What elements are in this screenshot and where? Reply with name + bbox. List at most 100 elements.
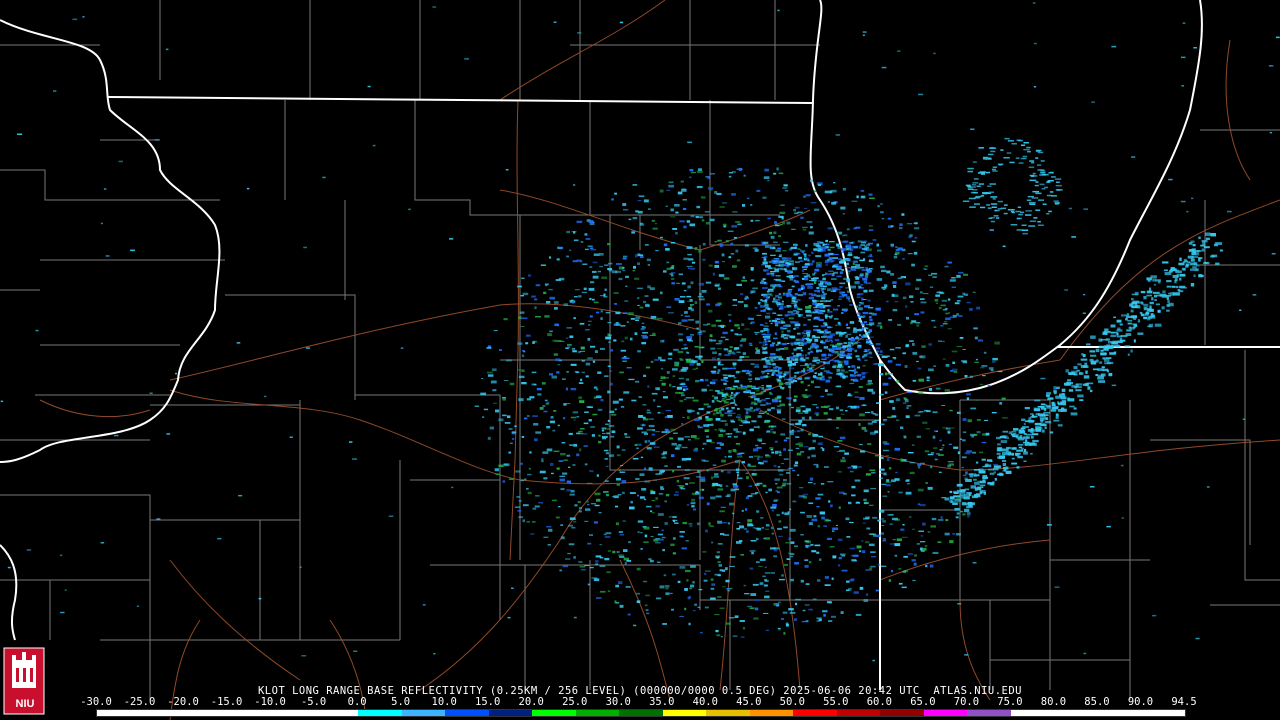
echo-pixel <box>787 262 791 266</box>
echo-pixel <box>727 386 732 389</box>
echo-pixel <box>858 304 861 307</box>
echo-pixel <box>837 321 841 325</box>
echo-pixel <box>592 275 599 279</box>
echo-pixel <box>568 524 573 527</box>
echo-pixel <box>844 371 849 373</box>
echo-pixel <box>828 339 832 341</box>
echo-pixel <box>644 467 647 471</box>
echo-pixel <box>770 428 774 431</box>
echo-pixel <box>890 225 894 228</box>
echo-pixel <box>880 350 883 353</box>
echo-pixel <box>555 279 561 281</box>
echo-pixel <box>1011 457 1015 460</box>
echo-pixel <box>698 589 703 591</box>
echo-pixel <box>830 278 837 280</box>
echo-pixel <box>849 304 853 306</box>
echo-pixel <box>976 185 981 187</box>
echo-pixel <box>816 330 820 333</box>
echo-pixel <box>681 319 688 322</box>
echo-pixel <box>1055 416 1059 419</box>
echo-pixel <box>649 442 656 445</box>
echo-pixel <box>817 241 821 244</box>
echo-pixel <box>859 443 863 446</box>
echo-pixel <box>797 332 801 335</box>
echo-pixel <box>810 544 814 546</box>
echo-pixel <box>744 304 749 308</box>
echo-pixel <box>854 281 860 285</box>
echo-pixel <box>680 180 684 183</box>
echo-pixel <box>828 305 832 307</box>
echo-pixel <box>964 654 969 656</box>
echo-pixel <box>860 302 864 305</box>
echo-pixel <box>1268 65 1274 67</box>
echo-pixel <box>788 367 795 370</box>
echo-pixel <box>997 163 1004 165</box>
echo-pixel <box>837 538 843 541</box>
echo-pixel <box>983 491 986 495</box>
echo-pixel <box>835 134 841 136</box>
echo-pixel <box>1154 323 1162 327</box>
echo-pixel <box>697 249 702 253</box>
echo-pixel <box>989 183 996 185</box>
echo-pixel <box>910 322 913 325</box>
echo-pixel <box>802 228 807 231</box>
echo-pixel <box>887 514 894 516</box>
echo-pixel <box>782 327 788 330</box>
colorbar-segment <box>575 710 620 716</box>
echo-pixel <box>789 432 794 436</box>
echo-pixel <box>769 246 776 250</box>
echo-pixel <box>509 382 515 386</box>
echo-pixel <box>816 349 822 352</box>
echo-pixel <box>827 201 830 203</box>
echo-pixel <box>762 196 767 199</box>
echo-pixel <box>993 463 999 466</box>
echo-pixel <box>1042 203 1047 205</box>
echo-pixel <box>730 253 735 255</box>
echo-pixel <box>723 376 728 379</box>
echo-pixel <box>920 311 925 314</box>
echo-pixel <box>850 405 857 409</box>
echo-pixel <box>508 451 512 454</box>
echo-pixel <box>518 316 522 320</box>
echo-pixel <box>783 371 790 373</box>
echo-pixel <box>1035 149 1042 152</box>
echo-pixel <box>783 264 787 267</box>
echo-pixel <box>1023 422 1026 426</box>
echo-pixel <box>826 537 832 540</box>
echo-pixel <box>604 288 607 291</box>
echo-pixel <box>930 452 935 454</box>
echo-pixel <box>761 386 765 390</box>
echo-pixel <box>792 469 795 472</box>
echo-pixel <box>910 301 914 303</box>
echo-pixel <box>892 281 897 285</box>
echo-pixel <box>714 283 720 286</box>
echo-pixel <box>812 318 816 320</box>
echo-pixel <box>874 455 880 457</box>
echo-pixel <box>707 187 714 190</box>
echo-pixel <box>604 449 609 452</box>
echo-pixel <box>967 512 971 515</box>
echo-pixel <box>941 497 946 499</box>
echo-pixel <box>812 439 816 443</box>
echo-pixel <box>805 357 810 360</box>
echo-pixel <box>616 478 621 481</box>
echo-pixel <box>947 298 951 301</box>
echo-pixel <box>686 360 692 363</box>
echo-pixel <box>793 209 797 212</box>
echo-pixel <box>867 255 873 257</box>
echo-pixel <box>858 285 862 289</box>
echo-pixel <box>843 342 848 344</box>
echo-pixel <box>607 322 612 324</box>
echo-pixel <box>818 305 823 308</box>
echo-pixel <box>587 542 592 545</box>
echo-pixel <box>881 483 887 485</box>
echo-pixel <box>818 184 821 186</box>
echo-pixel <box>791 312 795 316</box>
echo-pixel <box>686 295 692 298</box>
echo-pixel <box>902 352 906 355</box>
echo-pixel <box>601 435 608 438</box>
echo-pixel <box>811 454 816 458</box>
echo-pixel <box>808 433 811 436</box>
echo-pixel <box>691 396 695 399</box>
echo-pixel <box>851 494 856 497</box>
